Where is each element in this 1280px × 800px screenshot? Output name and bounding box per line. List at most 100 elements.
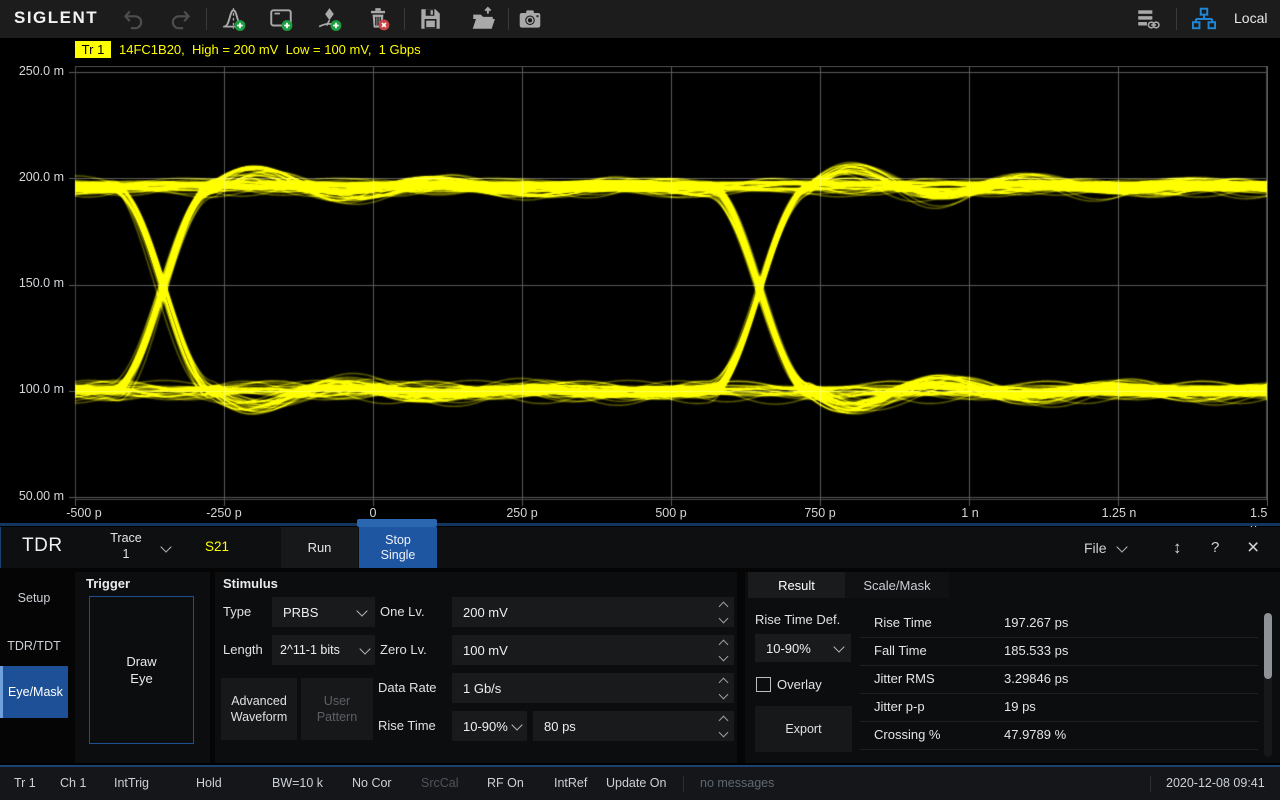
length-dropdown[interactable]: 2^11-1 bits (272, 635, 375, 665)
table-scrollbar-thumb[interactable] (1264, 613, 1272, 679)
run-button[interactable]: Run (281, 527, 358, 568)
panel-title: TDR (22, 535, 63, 557)
rise-def-value: 10-90% (463, 719, 508, 734)
user-pattern-button[interactable]: User Pattern (301, 678, 373, 740)
chevron-down-icon[interactable] (1116, 541, 1127, 552)
screen: SIGLENT (0, 0, 1280, 800)
x-axis-label: 1.25 n (1102, 506, 1137, 520)
horizontal-scrollbar-thumb[interactable] (357, 519, 437, 527)
rise-time-def-dropdown[interactable]: 10-90% (452, 711, 527, 741)
length-value: 2^11-1 bits (280, 643, 340, 657)
status-update: Update On (606, 767, 666, 800)
chevron-down-icon[interactable] (160, 541, 171, 552)
table-row: Crossing % 47.9789 % (860, 721, 1258, 750)
trace-badge[interactable]: Tr 1 (75, 41, 111, 58)
top-toolbar: SIGLENT (0, 0, 1280, 38)
stimulus-header: Stimulus (223, 576, 278, 591)
tab-setup[interactable]: Setup (0, 574, 68, 621)
trace-info-text: 14FC1B20, High = 200 mV Low = 100 mV, 1 … (119, 42, 421, 57)
measurement-value: 3.29846 ps (1004, 665, 1068, 693)
status-message: no messages (700, 767, 774, 800)
overlay-checkbox[interactable] (756, 677, 771, 692)
close-panel-icon[interactable]: × (1247, 527, 1259, 568)
open-file-icon[interactable] (470, 6, 496, 32)
one-level-label: One Lv. (380, 604, 425, 619)
export-button[interactable]: Export (755, 706, 852, 752)
status-correction: No Cor (352, 767, 392, 800)
undo-icon[interactable] (120, 6, 146, 32)
trace-selector-value: 1 (97, 546, 155, 562)
tab-scale-mask[interactable]: Scale/Mask (845, 572, 949, 598)
measurement-name: Rise Time (874, 609, 932, 637)
x-axis-label: 750 p (804, 506, 835, 520)
add-marker-icon[interactable] (317, 6, 343, 32)
display-link-icon[interactable] (1135, 6, 1161, 32)
tab-tdr-tdt[interactable]: TDR/TDT (0, 622, 68, 669)
chevron-down-icon (359, 643, 370, 654)
pattern-line: Pattern (317, 709, 357, 725)
stop-line: Stop (381, 533, 416, 548)
add-window-icon[interactable] (268, 6, 294, 32)
type-dropdown[interactable]: PRBS (272, 597, 375, 627)
x-axis-label: 0 (370, 506, 377, 520)
trigger-section: Trigger Draw Eye (75, 572, 210, 763)
y-axis-label: 200.0 m (4, 170, 64, 184)
user-line: User (317, 693, 357, 709)
data-rate-input[interactable]: 1 Gb/s (452, 673, 734, 703)
result-rise-def-dropdown[interactable]: 10-90% (755, 634, 851, 662)
stop-single-button[interactable]: Stop Single (359, 527, 437, 568)
network-lan-icon[interactable] (1191, 6, 1217, 32)
save-icon[interactable] (417, 6, 443, 32)
rise-time-label: Rise Time (378, 718, 436, 733)
add-waveform-icon[interactable] (221, 6, 247, 32)
toolbar-separator (508, 8, 509, 30)
measurement-value: 19 ps (1004, 693, 1036, 721)
spinner-control[interactable] (720, 641, 727, 660)
y-axis-label: 150.0 m (4, 276, 64, 290)
type-value: PRBS (283, 605, 318, 620)
advanced-waveform-button[interactable]: Advanced Waveform (221, 678, 297, 740)
table-row: Fall Time 185.533 ps (860, 637, 1258, 666)
zero-level-input[interactable]: 100 mV (452, 635, 734, 665)
local-remote-label[interactable]: Local (1234, 10, 1267, 26)
table-row: Jitter RMS 3.29846 ps (860, 665, 1258, 694)
spinner-control[interactable] (720, 679, 727, 698)
table-scrollbar-track[interactable] (1264, 613, 1272, 757)
type-label: Type (223, 604, 251, 619)
status-divider (683, 776, 684, 792)
draw-line: Draw (126, 653, 156, 670)
measurement-name: Jitter RMS (874, 665, 935, 693)
resize-panel-icon[interactable]: ↕ (1173, 527, 1182, 568)
result-rise-def-value: 10-90% (766, 641, 811, 656)
delete-trace-icon[interactable] (365, 6, 391, 32)
tab-eye-mask[interactable]: Eye/Mask (0, 666, 68, 718)
trace-selector[interactable]: Trace 1 (97, 530, 155, 562)
status-channel: Ch 1 (60, 767, 86, 800)
draw-eye-button[interactable]: Draw Eye (89, 596, 194, 744)
table-row: Jitter p-p 19 ps (860, 693, 1258, 722)
x-axis-label: -250 p (206, 506, 241, 520)
status-bandwidth: BW=10 k (272, 767, 323, 800)
status-trigger: IntTrig (114, 767, 149, 800)
rise-time-input[interactable]: 80 ps (533, 711, 734, 741)
tab-result[interactable]: Result (748, 572, 845, 598)
spinner-control[interactable] (720, 717, 727, 736)
toolbar-separator (206, 8, 207, 30)
chevron-down-icon (511, 719, 522, 730)
single-line: Single (381, 548, 416, 563)
file-menu[interactable]: File (1084, 527, 1107, 568)
toolbar-separator (1176, 8, 1177, 30)
rise-time-value: 80 ps (544, 719, 576, 734)
horizontal-scrollbar-track[interactable] (0, 523, 1280, 526)
screenshot-camera-icon[interactable] (517, 6, 543, 32)
help-icon[interactable]: ? (1211, 527, 1219, 568)
one-level-input[interactable]: 200 mV (452, 597, 734, 627)
chevron-down-icon (833, 641, 844, 652)
measurement-name: Jitter p-p (874, 693, 925, 721)
measurement-value: 197.267 ps (1004, 609, 1068, 637)
status-ref: IntRef (554, 767, 587, 800)
waveform-line: Waveform (231, 709, 288, 725)
redo-icon[interactable] (168, 6, 194, 32)
y-axis-label: 100.0 m (4, 382, 64, 396)
spinner-control[interactable] (720, 603, 727, 622)
